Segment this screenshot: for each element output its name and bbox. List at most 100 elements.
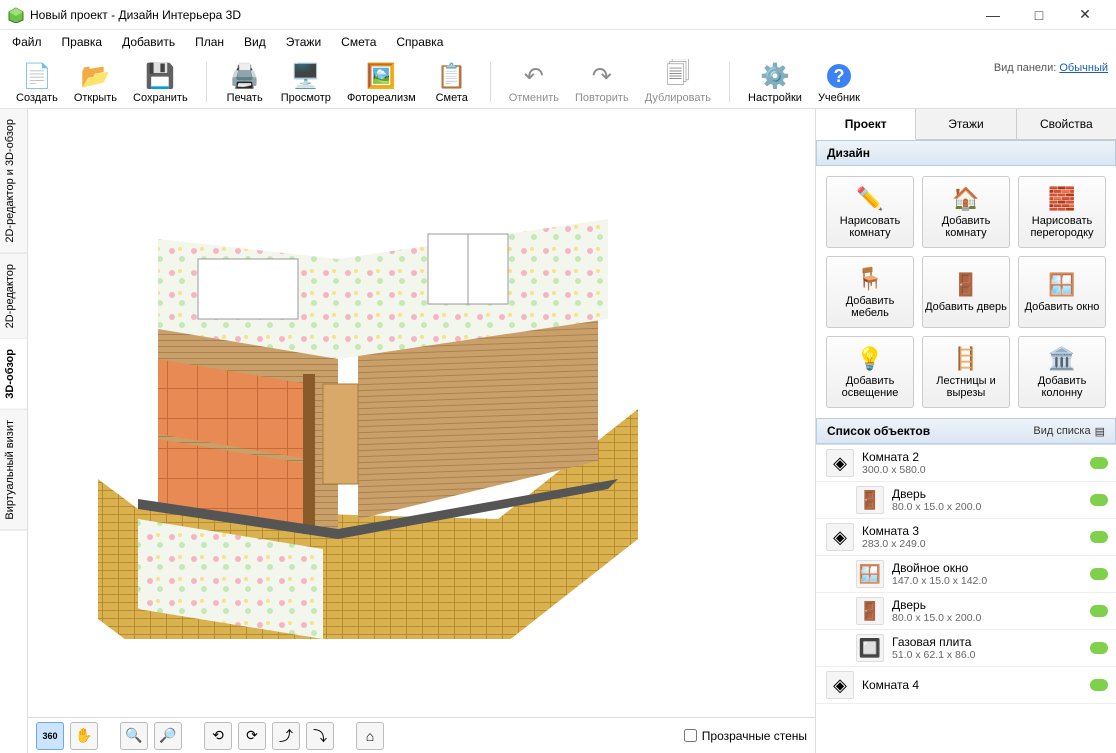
item-dims: 80.0 x 15.0 x 200.0 bbox=[892, 612, 1090, 625]
home-view-button[interactable]: ⌂ bbox=[356, 722, 384, 750]
rotate-left-button[interactable]: ⟲ bbox=[204, 722, 232, 750]
redo-button[interactable]: ↷Повторить bbox=[567, 58, 637, 106]
3d-canvas[interactable] bbox=[28, 109, 815, 717]
duplicate-button[interactable]: 🗐Дублировать bbox=[637, 58, 719, 106]
visibility-toggle[interactable] bbox=[1090, 642, 1108, 654]
tilt-up-button[interactable]: ⤴ bbox=[272, 722, 300, 750]
item-name: Комната 4 bbox=[862, 678, 1090, 692]
zoom-out-icon: 🔎 bbox=[159, 727, 176, 744]
panel-mode-link[interactable]: Обычный bbox=[1059, 62, 1108, 74]
preview-button[interactable]: 🖥️Просмотр bbox=[273, 58, 339, 106]
zoom-in-button[interactable]: 🔍 bbox=[120, 722, 148, 750]
menu-help[interactable]: Справка bbox=[388, 32, 451, 52]
list-item[interactable]: 🚪Дверь80.0 x 15.0 x 200.0 bbox=[816, 482, 1116, 519]
list-item[interactable]: 🔲Газовая плита51.0 x 62.1 x 86.0 bbox=[816, 630, 1116, 667]
bottom-toolbar: 360 ✋ 🔍 🔎 ⟲ ⟳ ⤴ ⤵ ⌂ Прозрачные стены bbox=[28, 717, 815, 753]
menu-add[interactable]: Добавить bbox=[114, 32, 183, 52]
visibility-toggle[interactable] bbox=[1090, 494, 1108, 506]
item-name: Комната 3 bbox=[862, 524, 1090, 538]
visibility-toggle[interactable] bbox=[1090, 568, 1108, 580]
menu-edit[interactable]: Правка bbox=[54, 32, 111, 52]
add-room-button[interactable]: 🏠Добавить комнату bbox=[922, 176, 1010, 248]
add-light-button[interactable]: 💡Добавить освещение bbox=[826, 336, 914, 408]
close-button[interactable]: ✕ bbox=[1062, 0, 1108, 30]
list-item[interactable]: 🪟Двойное окно147.0 x 15.0 x 142.0 bbox=[816, 556, 1116, 593]
save-button[interactable]: 💾Сохранить bbox=[125, 58, 196, 106]
add-column-button[interactable]: 🏛️Добавить колонну bbox=[1018, 336, 1106, 408]
duplicate-icon: 🗐 bbox=[662, 60, 694, 92]
item-dims: 283.0 x 249.0 bbox=[862, 538, 1090, 551]
maximize-button[interactable]: □ bbox=[1016, 0, 1062, 30]
rotate-right-button[interactable]: ⟳ bbox=[238, 722, 266, 750]
settings-label: Настройки bbox=[748, 92, 802, 104]
add-furniture-button[interactable]: 🪑Добавить мебель bbox=[826, 256, 914, 328]
open-label: Открыть bbox=[74, 92, 117, 104]
window-title: Новый проект - Дизайн Интерьера 3D bbox=[30, 8, 970, 22]
menu-file[interactable]: Файл bbox=[4, 32, 50, 52]
estimate-icon: 📋 bbox=[436, 60, 468, 92]
visibility-toggle[interactable] bbox=[1090, 531, 1108, 543]
estimate-button[interactable]: 📋Смета bbox=[424, 58, 480, 106]
menu-view[interactable]: Вид bbox=[236, 32, 274, 52]
help-icon: ? bbox=[823, 60, 855, 92]
photoreal-button[interactable]: 🖼️Фотореализм bbox=[339, 58, 424, 106]
list-item[interactable]: ◈ Комната 4 bbox=[816, 667, 1116, 704]
manual-button[interactable]: ?Учебник bbox=[810, 58, 868, 106]
door-icon: 🚪 bbox=[952, 271, 980, 299]
home-icon: ⌂ bbox=[366, 728, 374, 744]
undo-icon: ↶ bbox=[518, 60, 550, 92]
save-icon: 💾 bbox=[144, 60, 176, 92]
tilt-down-button[interactable]: ⤵ bbox=[306, 722, 334, 750]
tab-virtual[interactable]: Виртуальный визит bbox=[0, 410, 27, 531]
visibility-toggle[interactable] bbox=[1090, 679, 1108, 691]
minimize-button[interactable]: — bbox=[970, 0, 1016, 30]
window-icon: 🪟 bbox=[856, 560, 884, 588]
rotate-left-icon: ⟲ bbox=[212, 727, 224, 744]
create-button[interactable]: 📄Создать bbox=[8, 58, 66, 106]
viewport: 360 ✋ 🔍 🔎 ⟲ ⟳ ⤴ ⤵ ⌂ Прозрачные стены bbox=[28, 109, 816, 753]
list-item[interactable]: 🚪Дверь80.0 x 15.0 x 200.0 bbox=[816, 593, 1116, 630]
tab-floors[interactable]: Этажи bbox=[916, 109, 1016, 139]
add-door-button[interactable]: 🚪Добавить дверь bbox=[922, 256, 1010, 328]
menu-floors[interactable]: Этажи bbox=[278, 32, 329, 52]
tab-project[interactable]: Проект bbox=[816, 109, 916, 140]
menu-plan[interactable]: План bbox=[187, 32, 232, 52]
door-icon: 🚪 bbox=[856, 597, 884, 625]
orbit-360-button[interactable]: 360 bbox=[36, 722, 64, 750]
left-vertical-tabs: 2D-редактор и 3D-обзор 2D-редактор 3D-об… bbox=[0, 109, 28, 753]
draw-wall-button[interactable]: 🧱Нарисовать перегородку bbox=[1018, 176, 1106, 248]
transparent-walls-input[interactable] bbox=[684, 729, 697, 742]
chair-icon: 🪑 bbox=[856, 265, 884, 293]
settings-button[interactable]: ⚙️Настройки bbox=[740, 58, 810, 106]
transparent-walls-checkbox[interactable]: Прозрачные стены bbox=[684, 729, 807, 743]
folder-open-icon: 📂 bbox=[79, 60, 111, 92]
visibility-toggle[interactable] bbox=[1090, 605, 1108, 617]
undo-button[interactable]: ↶Отменить bbox=[501, 58, 567, 106]
new-file-icon: 📄 bbox=[21, 60, 53, 92]
menu-estimate[interactable]: Смета bbox=[333, 32, 384, 52]
design-header: Дизайн bbox=[816, 140, 1116, 166]
object-list[interactable]: ◈Комната 2300.0 x 580.0🚪Дверь80.0 x 15.0… bbox=[816, 444, 1116, 753]
draw-room-button[interactable]: ✏️Нарисовать комнату bbox=[826, 176, 914, 248]
room-icon: ◈ bbox=[826, 671, 854, 699]
open-button[interactable]: 📂Открыть bbox=[66, 58, 125, 106]
print-button[interactable]: 🖨️Печать bbox=[217, 58, 273, 106]
printer-icon: 🖨️ bbox=[229, 60, 261, 92]
zoom-out-button[interactable]: 🔎 bbox=[154, 722, 182, 750]
tab-properties[interactable]: Свойства bbox=[1017, 109, 1116, 139]
list-item[interactable]: ◈Комната 3283.0 x 249.0 bbox=[816, 519, 1116, 556]
list-view-toggle[interactable]: Вид списка ▤ bbox=[1033, 425, 1105, 438]
add-window-button[interactable]: 🪟Добавить окно bbox=[1018, 256, 1106, 328]
hand-icon: ✋ bbox=[75, 727, 92, 744]
stairs-button[interactable]: 🪜Лестницы и вырезы bbox=[922, 336, 1010, 408]
photoreal-icon: 🖼️ bbox=[365, 60, 397, 92]
tab-2d-3d[interactable]: 2D-редактор и 3D-обзор bbox=[0, 109, 27, 254]
tilt-down-icon: ⤵ bbox=[313, 726, 327, 746]
estimate-label: Смета bbox=[436, 92, 468, 104]
list-item[interactable]: ◈Комната 2300.0 x 580.0 bbox=[816, 445, 1116, 482]
pan-button[interactable]: ✋ bbox=[70, 722, 98, 750]
tab-2d[interactable]: 2D-редактор bbox=[0, 254, 27, 339]
undo-label: Отменить bbox=[509, 92, 559, 104]
tab-3d[interactable]: 3D-обзор bbox=[0, 339, 27, 410]
visibility-toggle[interactable] bbox=[1090, 457, 1108, 469]
